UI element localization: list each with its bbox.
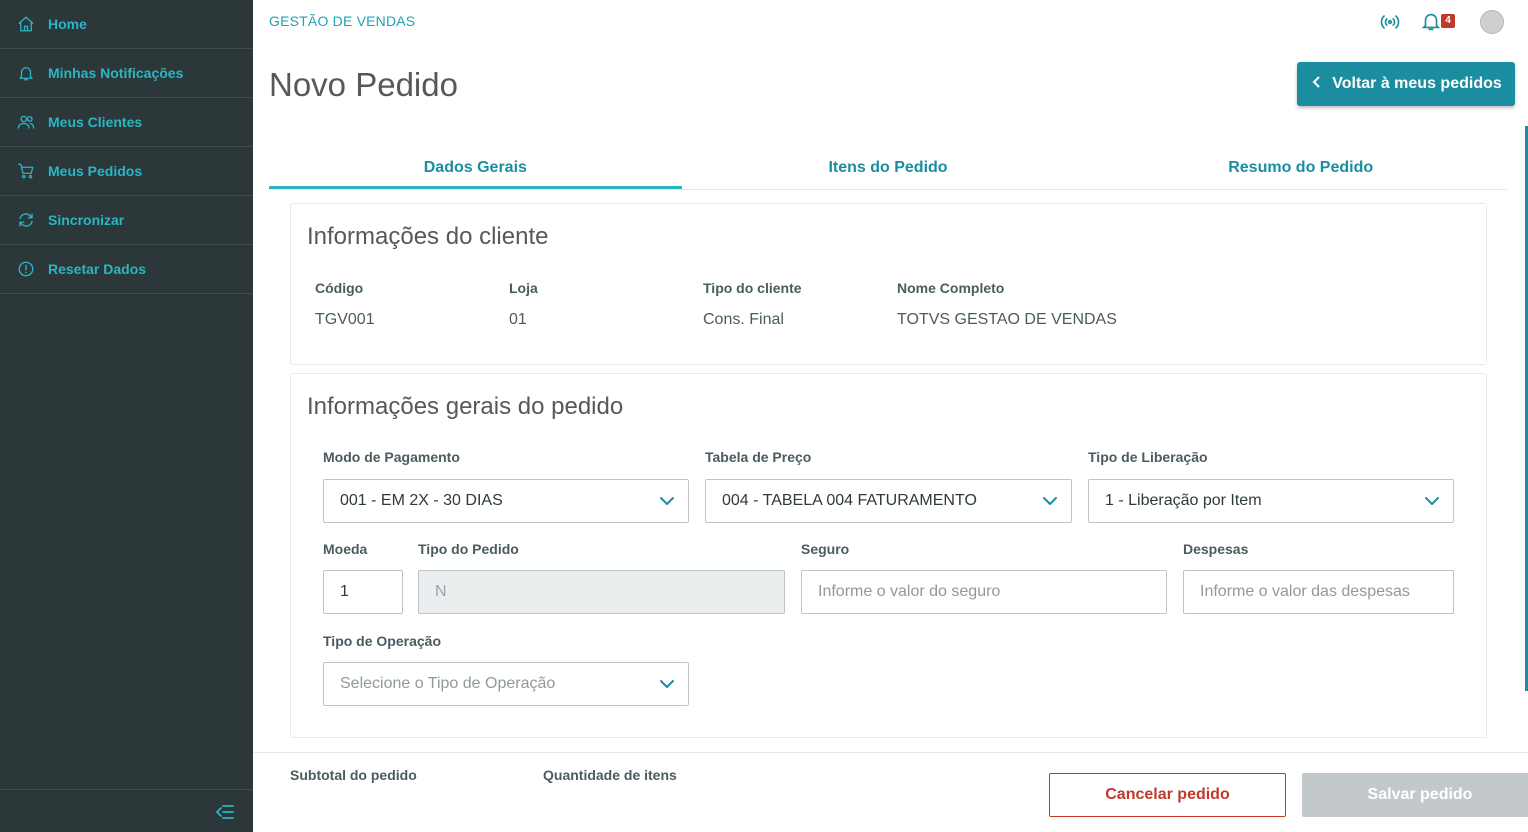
chevron-down-icon [658,675,676,693]
payment-mode-label: Modo de Pagamento [323,449,460,465]
page-title: Novo Pedido [269,66,458,103]
avatar[interactable] [1480,10,1504,34]
quantity-label: Quantidade de itens [543,767,677,783]
sync-icon [16,210,36,230]
app-title: GESTÃO DE VENDAS [269,13,416,29]
cancel-order-button[interactable]: Cancelar pedido [1049,773,1286,817]
sidebar-item-label: Meus Clientes [48,114,143,130]
insurance-label: Seguro [801,541,850,557]
chevron-down-icon [1041,492,1059,510]
sidebar-item-clients[interactable]: Meus Clientes [0,98,253,147]
client-store-label: Loja [509,280,538,296]
client-name-value: TOTVS GESTAO DE VENDAS [897,311,1117,328]
order-footer: Subtotal do pedido Quantidade de itens C… [253,752,1528,832]
tab-resumo-do-pedido[interactable]: Resumo do Pedido [1094,146,1507,189]
client-type-label: Tipo do cliente [703,280,802,296]
tab-itens-do-pedido[interactable]: Itens do Pedido [682,146,1095,189]
client-info-card: Informações do cliente Código TGV001 Loj… [290,203,1487,365]
client-info-title: Informações do cliente [307,223,549,250]
sidebar-item-label: Sincronizar [48,212,125,228]
order-type-value: N [435,583,447,600]
release-type-label: Tipo de Liberação [1088,449,1208,465]
client-code-value: TGV001 [315,311,375,328]
payment-mode-value: 001 - EM 2X - 30 DIAS [340,492,503,509]
payment-mode-select[interactable]: 001 - EM 2X - 30 DIAS [323,479,689,523]
tabs: Dados Gerais Itens do Pedido Resumo do P… [269,146,1507,190]
tab-dados-gerais[interactable]: Dados Gerais [269,146,682,189]
insurance-placeholder: Informe o valor do seguro [818,583,1001,600]
sidebar-item-reset[interactable]: Resetar Dados [0,245,253,294]
release-type-value: 1 - Liberação por Item [1105,492,1262,509]
release-type-select[interactable]: 1 - Liberação por Item [1088,479,1454,523]
back-button-label: Voltar à meus pedidos [1332,75,1502,92]
sidebar-item-label: Meus Pedidos [48,163,143,179]
operation-type-label: Tipo de Operação [323,633,441,649]
price-table-select[interactable]: 004 - TABELA 004 FATURAMENTO [705,479,1072,523]
sidebar: Home Minhas Notificações Meus Clientes M… [0,0,253,832]
notifications-button[interactable]: 4 [1420,8,1460,36]
insurance-input[interactable]: Informe o valor do seguro [801,570,1167,614]
connection-signal-icon[interactable] [1378,10,1402,34]
order-info-title: Informações gerais do pedido [307,393,624,420]
chevron-left-icon [1310,75,1324,93]
bell-icon [16,63,36,83]
sidebar-item-label: Minhas Notificações [48,65,184,81]
currency-input[interactable]: 1 [323,570,403,614]
top-icons: 4 [1378,8,1504,36]
client-name-label: Nome Completo [897,280,1005,296]
client-type-value: Cons. Final [703,311,784,328]
chevron-down-icon [1423,492,1441,510]
client-store-value: 01 [509,311,527,328]
sidebar-item-label: Resetar Dados [48,261,147,277]
sidebar-item-notifications[interactable]: Minhas Notificações [0,49,253,98]
sidebar-item-home[interactable]: Home [0,0,253,49]
home-icon [16,14,36,34]
price-table-label: Tabela de Preço [705,449,812,465]
sidebar-item-label: Home [48,16,87,32]
notification-badge: 4 [1441,14,1455,28]
bell-icon [1420,10,1442,32]
order-info-card: Informações gerais do pedido Modo de Pag… [290,373,1487,738]
expenses-label: Despesas [1183,541,1249,557]
expenses-placeholder: Informe o valor das despesas [1200,583,1410,600]
collapse-menu-icon[interactable] [215,803,235,821]
save-order-button[interactable]: Salvar pedido [1302,773,1528,817]
info-icon [16,259,36,279]
sidebar-item-orders[interactable]: Meus Pedidos [0,147,253,196]
chevron-down-icon [658,492,676,510]
operation-type-placeholder: Selecione o Tipo de Operação [340,675,556,692]
expenses-input[interactable]: Informe o valor das despesas [1183,570,1454,614]
cart-icon [16,161,36,181]
currency-label: Moeda [323,541,368,557]
sidebar-footer [0,789,253,832]
order-type-label: Tipo do Pedido [418,541,519,557]
price-table-value: 004 - TABELA 004 FATURAMENTO [722,492,977,509]
subtotal-label: Subtotal do pedido [290,767,417,783]
order-type-input: N [418,570,785,614]
back-to-orders-button[interactable]: Voltar à meus pedidos [1297,62,1515,106]
operation-type-select[interactable]: Selecione o Tipo de Operação [323,662,689,706]
client-code-label: Código [315,280,364,296]
users-icon [16,112,36,132]
sidebar-item-sync[interactable]: Sincronizar [0,196,253,245]
currency-value: 1 [340,583,349,600]
